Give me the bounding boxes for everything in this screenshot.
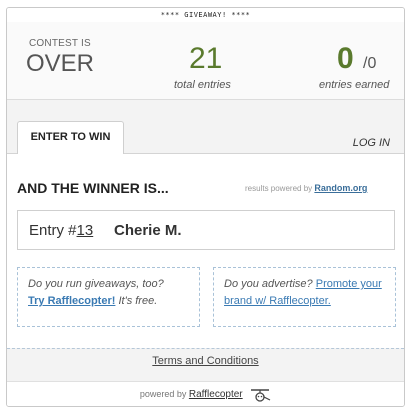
entry-number-link[interactable]: 13 [77,222,94,239]
random-org-link[interactable]: Random.org [314,183,367,193]
entries-earned-label: entries earned [319,79,390,91]
try-rafflecopter-link[interactable]: Try Rafflecopter! [28,295,115,307]
rafflecopter-widget: **** GIVEAWAY! **** CONTEST IS OVER 21 t… [6,7,405,407]
promo-run-giveaways: Do you run giveaways, too? Try Rafflecop… [17,267,200,327]
random-org-prefix: results powered by [245,184,313,193]
footer-prefix: powered by [139,389,187,399]
promo-advertise: Do you advertise? Promote your brand w/ … [213,267,396,327]
winner-content: AND THE WINNER IS... results powered by … [7,154,404,348]
rafflecopter-logo-icon [251,388,271,402]
winner-entry: Entry #13 [29,222,93,239]
entry-prefix: Entry # [29,222,77,239]
tab-strip: ENTER TO WIN LOG IN [7,100,404,155]
winner-name: Cherie M. [114,222,182,239]
giveaway-banner: **** GIVEAWAY! **** [7,8,404,23]
stats-panel: CONTEST IS OVER 21 total entries 0 /0 en… [7,22,404,100]
terms-and-conditions-link[interactable]: Terms and Conditions [152,355,258,367]
winner-box: Entry #13 Cherie M. [17,210,395,250]
tab-enter-to-win[interactable]: ENTER TO WIN [17,121,124,155]
contest-status-value: OVER [26,50,95,77]
entries-earned-count: 0 [337,42,354,75]
random-org-credit: results powered by Random.org [245,183,367,193]
rafflecopter-brand-link[interactable]: Rafflecopter [189,389,243,400]
promo-left-question: Do you run giveaways, too? [28,278,164,290]
entries-earned-total: /0 [363,55,377,72]
terms-area: Terms and Conditions [7,349,404,381]
total-entries-count: 21 [189,42,223,75]
contest-status-label: CONTEST IS [29,38,91,49]
winner-heading: AND THE WINNER IS... [17,180,169,196]
total-entries-label: total entries [174,79,231,91]
tab-log-in[interactable]: LOG IN [353,137,390,149]
footer: powered by Rafflecopter [7,381,404,406]
promo-left-tail: It's free. [118,295,158,307]
promo-right-question: Do you advertise? [224,278,313,290]
